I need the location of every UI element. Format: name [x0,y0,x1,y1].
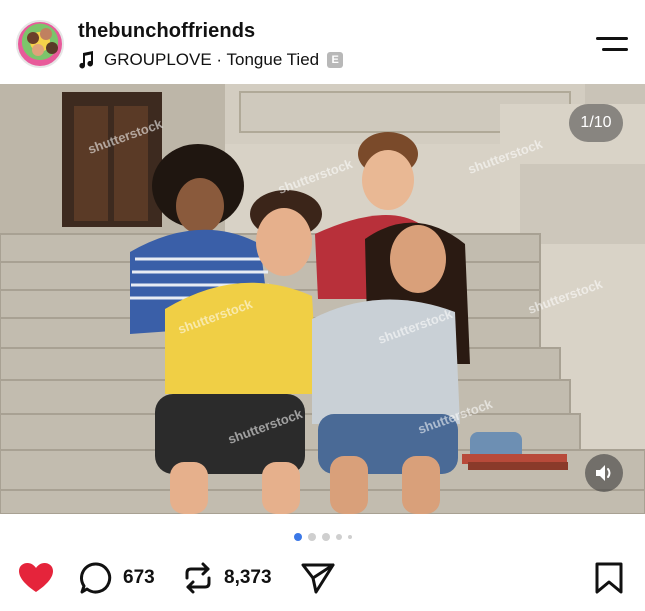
carousel-dot [307,533,316,541]
repost-count: 8,373 [224,567,272,588]
carousel-dot [335,534,342,540]
speaker-icon[interactable] [585,454,623,492]
media-counter: 1/10 [569,104,623,142]
send-icon [301,563,335,594]
photo-illustration: shutterstock shutterstock shutterstock s… [0,84,645,514]
share-button[interactable] [300,560,336,596]
action-bar: 673 8,373 [0,556,645,600]
menu-icon[interactable] [596,34,628,54]
comment-count: 673 [123,567,155,588]
save-button[interactable] [594,560,624,596]
carousel-dot [321,533,330,541]
like-button[interactable] [18,560,54,596]
repost-icon [185,562,211,594]
carousel-dot [347,535,352,539]
music-note-icon [79,51,94,69]
carousel-indicator [0,530,645,544]
username[interactable]: thebunchoffriends [78,20,255,43]
heart-filled-icon [19,563,53,592]
comment-icon [80,562,112,594]
post-header: thebunchoffriends GROUPLOVE · Tongue Tie… [0,0,645,84]
music-track-label: GROUPLOVE · Tongue Tied [104,50,320,69]
carousel-dot-active [293,533,302,541]
profile-avatar[interactable] [16,20,64,68]
comment-button[interactable]: 673 [79,560,155,596]
music-info[interactable]: GROUPLOVE · Tongue Tied E [78,50,344,70]
bookmark-icon [595,562,623,594]
post-photo[interactable]: shutterstock shutterstock shutterstock s… [0,84,645,514]
explicit-badge: E [327,52,344,68]
repost-button[interactable]: 8,373 [182,560,272,596]
